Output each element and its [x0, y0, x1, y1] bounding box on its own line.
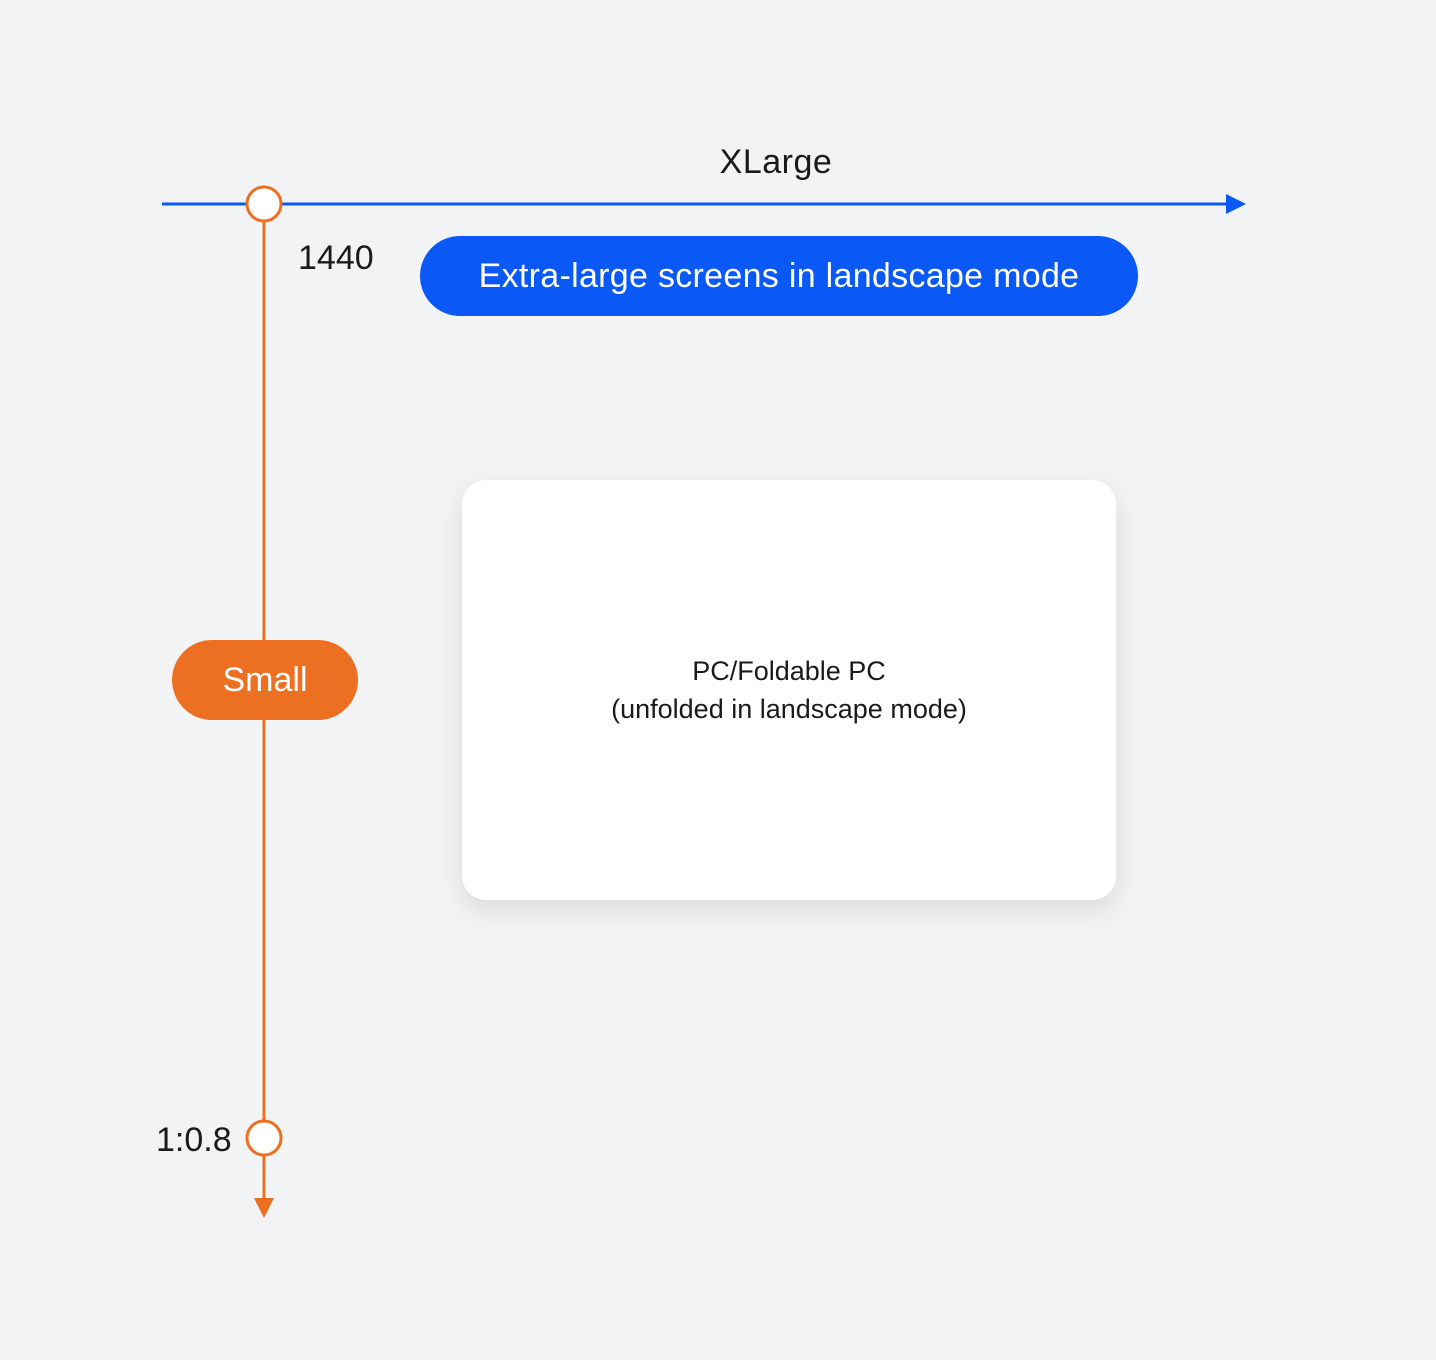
vertical-axis-arrow-icon	[254, 1198, 274, 1218]
device-card: PC/Foldable PC (unfolded in landscape mo…	[462, 480, 1116, 900]
width-breakpoint-label: 1440	[298, 239, 374, 277]
breakpoint-diagram: XLarge 1440 Extra-large screens in lands…	[0, 0, 1436, 1360]
aspect-ratio-breakpoint-label: 1:0.8	[156, 1121, 232, 1159]
device-name: PC/Foldable PC	[692, 656, 886, 686]
device-mode: (unfolded in landscape mode)	[611, 694, 967, 724]
width-range-badge: Extra-large screens in landscape mode	[420, 236, 1138, 316]
horizontal-axis-title: XLarge	[719, 143, 833, 181]
origin-breakpoint-marker	[245, 185, 283, 223]
horizontal-axis-arrow-icon	[1226, 194, 1246, 214]
aspect-range-badge: Small	[172, 640, 358, 720]
ratio-breakpoint-marker	[245, 1119, 283, 1157]
